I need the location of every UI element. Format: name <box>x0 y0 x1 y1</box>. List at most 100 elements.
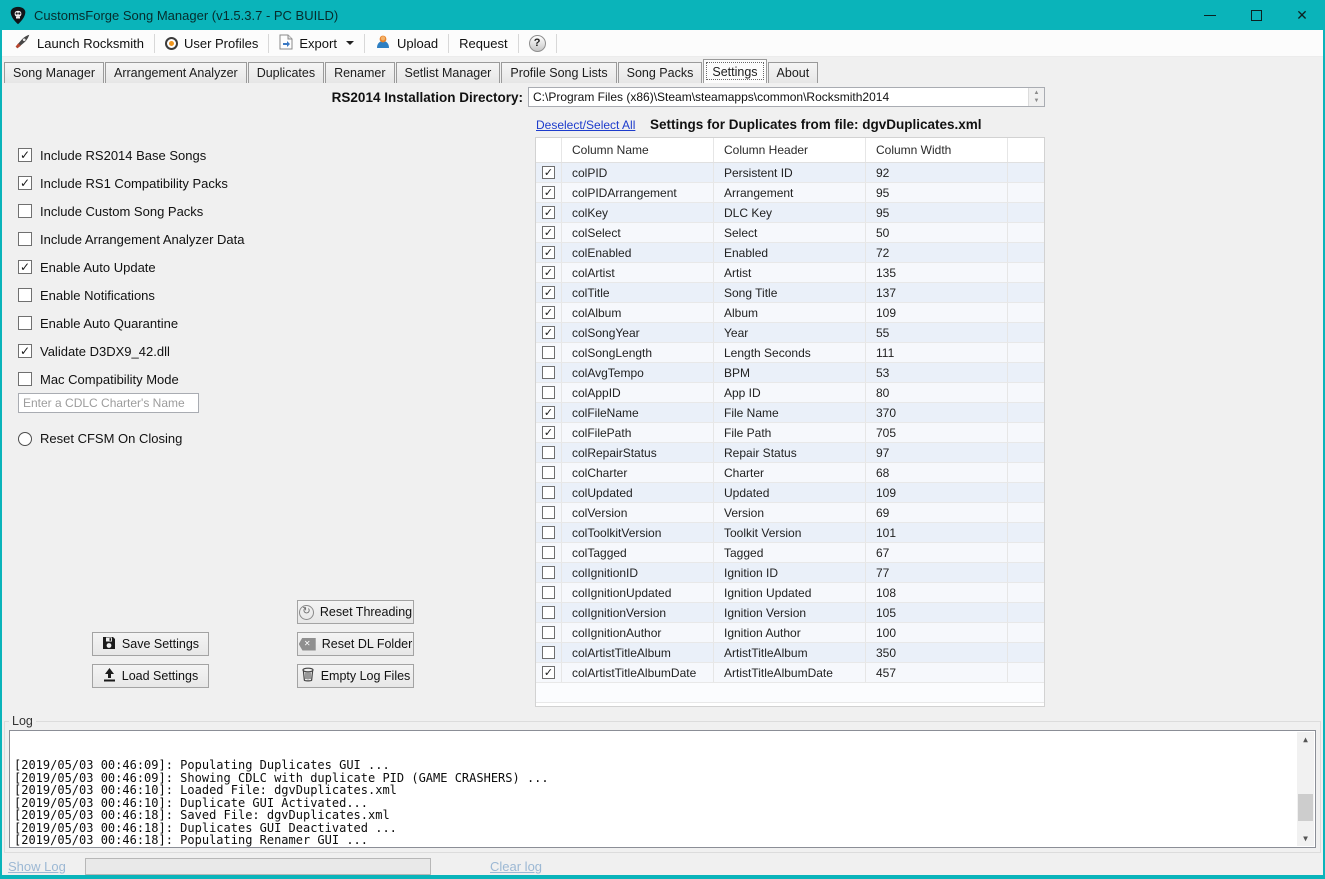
checkbox-icon[interactable]: ✓ <box>542 266 555 279</box>
export-button[interactable]: Export <box>275 32 358 55</box>
checkbox-icon[interactable] <box>542 346 555 359</box>
charter-name-input[interactable] <box>18 393 199 413</box>
checkbox-icon[interactable] <box>18 372 32 386</box>
grid-row-colartist[interactable]: ✓colArtistArtist135 <box>536 263 1044 283</box>
reset-threading-button[interactable]: ↻ Reset Threading <box>297 600 414 624</box>
checkbox-icon[interactable]: ✓ <box>542 226 555 239</box>
checkbox-icon[interactable]: ✓ <box>542 246 555 259</box>
tab-arrangement-analyzer[interactable]: Arrangement Analyzer <box>105 62 247 83</box>
checkbox-icon[interactable]: ✓ <box>542 206 555 219</box>
grid-row-colignitionauthor[interactable]: colIgnitionAuthorIgnition Author100 <box>536 623 1044 643</box>
grid-row-colkey[interactable]: ✓colKeyDLC Key95 <box>536 203 1044 223</box>
checkbox-icon[interactable] <box>18 316 32 330</box>
close-button[interactable]: ✕ <box>1279 0 1325 30</box>
checkbox-icon[interactable]: ✓ <box>18 176 32 190</box>
checkbox-icon[interactable] <box>542 546 555 559</box>
help-button[interactable]: ? <box>525 33 550 54</box>
deselect-select-all-link[interactable]: Deselect/Select All <box>536 118 635 132</box>
checkbox-icon[interactable] <box>542 526 555 539</box>
checkbox-icon[interactable] <box>542 606 555 619</box>
checkbox-icon[interactable] <box>18 232 32 246</box>
reset-dl-folder-button[interactable]: ✕ Reset DL Folder <box>297 632 414 656</box>
grid-row-colignitionupdated[interactable]: colIgnitionUpdatedIgnition Updated108 <box>536 583 1044 603</box>
scroll-down-icon[interactable]: ▼ <box>1297 831 1314 846</box>
checkbox-icon[interactable] <box>542 446 555 459</box>
checkbox-icon[interactable]: ✓ <box>18 344 32 358</box>
grid-row-coltitle[interactable]: ✓colTitleSong Title137 <box>536 283 1044 303</box>
user-profiles-button[interactable]: User Profiles <box>161 34 262 53</box>
option-include-arrangement-analyzer-data[interactable]: Include Arrangement Analyzer Data <box>18 225 348 253</box>
option-include-rs1-compatibility-packs[interactable]: ✓Include RS1 Compatibility Packs <box>18 169 348 197</box>
grid-header-column-name[interactable]: Column Name <box>562 138 714 162</box>
option-enable-notifications[interactable]: Enable Notifications <box>18 281 348 309</box>
checkbox-icon[interactable]: ✓ <box>542 286 555 299</box>
option-enable-auto-update[interactable]: ✓Enable Auto Update <box>18 253 348 281</box>
checkbox-icon[interactable]: ✓ <box>542 306 555 319</box>
grid-row-colartisttitlealbum[interactable]: colArtistTitleAlbumArtistTitleAlbum350 <box>536 643 1044 663</box>
grid-row-colpid[interactable]: ✓colPIDPersistent ID92 <box>536 163 1044 183</box>
scrollbar-thumb[interactable] <box>1298 794 1313 821</box>
grid-header-column-width[interactable]: Column Width <box>866 138 1008 162</box>
empty-log-files-button[interactable]: Empty Log Files <box>297 664 414 688</box>
checkbox-icon[interactable] <box>18 288 32 302</box>
grid-row-colavgtempo[interactable]: colAvgTempoBPM53 <box>536 363 1044 383</box>
scroll-up-icon[interactable]: ▲ <box>1297 732 1314 747</box>
grid-header-column-header[interactable]: Column Header <box>714 138 866 162</box>
option-include-custom-song-packs[interactable]: Include Custom Song Packs <box>18 197 348 225</box>
grid-row-colfilename[interactable]: ✓colFileNameFile Name370 <box>536 403 1044 423</box>
grid-row-colcharter[interactable]: colCharterCharter68 <box>536 463 1044 483</box>
checkbox-icon[interactable] <box>18 204 32 218</box>
checkbox-icon[interactable]: ✓ <box>542 426 555 439</box>
option-validate-d3dx9-42-dll[interactable]: ✓Validate D3DX9_42.dll <box>18 337 348 365</box>
checkbox-icon[interactable] <box>542 646 555 659</box>
clear-log-link[interactable]: Clear log <box>490 859 542 874</box>
tab-settings[interactable]: Settings <box>703 59 766 83</box>
radio-button-icon[interactable] <box>18 432 32 446</box>
option-mac-compatibility-mode[interactable]: Mac Compatibility Mode <box>18 365 348 393</box>
launch-rocksmith-button[interactable]: Launch Rocksmith <box>10 31 148 55</box>
tab-about[interactable]: About <box>768 62 819 83</box>
grid-row-coltagged[interactable]: colTaggedTagged67 <box>536 543 1044 563</box>
grid-row-colenabled[interactable]: ✓colEnabledEnabled72 <box>536 243 1044 263</box>
log-output[interactable]: [2019/05/03 00:46:09]: Populating Duplic… <box>9 730 1316 848</box>
log-scrollbar[interactable]: ▲ ▼ <box>1297 732 1314 846</box>
grid-row-colignitionid[interactable]: colIgnitionIDIgnition ID77 <box>536 563 1044 583</box>
tab-setlist-manager[interactable]: Setlist Manager <box>396 62 501 83</box>
grid-row-colversion[interactable]: colVersionVersion69 <box>536 503 1044 523</box>
checkbox-icon[interactable] <box>542 366 555 379</box>
upload-button[interactable]: Upload <box>371 32 442 55</box>
checkbox-icon[interactable]: ✓ <box>542 326 555 339</box>
grid-row-colalbum[interactable]: ✓colAlbumAlbum109 <box>536 303 1044 323</box>
checkbox-icon[interactable] <box>542 506 555 519</box>
spinner-arrows-icon[interactable]: ▲▼ <box>1028 88 1044 106</box>
show-log-link[interactable]: Show Log <box>8 859 66 874</box>
grid-row-colpidarrangement[interactable]: ✓colPIDArrangementArrangement95 <box>536 183 1044 203</box>
grid-row-colupdated[interactable]: colUpdatedUpdated109 <box>536 483 1044 503</box>
grid-row-colsonglength[interactable]: colSongLengthLength Seconds111 <box>536 343 1044 363</box>
checkbox-icon[interactable] <box>542 626 555 639</box>
maximize-button[interactable] <box>1233 0 1279 30</box>
option-include-rs2014-base-songs[interactable]: ✓Include RS2014 Base Songs <box>18 141 348 169</box>
checkbox-icon[interactable]: ✓ <box>542 166 555 179</box>
grid-row-colrepairstatus[interactable]: colRepairStatusRepair Status97 <box>536 443 1044 463</box>
reset-cfsm-radio-row[interactable]: Reset CFSM On Closing <box>18 431 182 446</box>
checkbox-icon[interactable] <box>542 466 555 479</box>
option-enable-auto-quarantine[interactable]: Enable Auto Quarantine <box>18 309 348 337</box>
load-settings-button[interactable]: Load Settings <box>92 664 209 688</box>
grid-row-colignitionversion[interactable]: colIgnitionVersionIgnition Version105 <box>536 603 1044 623</box>
grid-row-coltoolkitversion[interactable]: colToolkitVersionToolkit Version101 <box>536 523 1044 543</box>
checkbox-icon[interactable]: ✓ <box>542 406 555 419</box>
save-settings-button[interactable]: Save Settings <box>92 632 209 656</box>
checkbox-icon[interactable] <box>542 566 555 579</box>
checkbox-icon[interactable] <box>542 386 555 399</box>
install-dir-input[interactable] <box>528 87 1045 107</box>
tab-song-manager[interactable]: Song Manager <box>4 62 104 83</box>
checkbox-icon[interactable]: ✓ <box>542 666 555 679</box>
grid-row-colsongyear[interactable]: ✓colSongYearYear55 <box>536 323 1044 343</box>
checkbox-icon[interactable]: ✓ <box>18 260 32 274</box>
tab-renamer[interactable]: Renamer <box>325 62 394 83</box>
checkbox-icon[interactable]: ✓ <box>18 148 32 162</box>
grid-row-colselect[interactable]: ✓colSelectSelect50 <box>536 223 1044 243</box>
tab-song-packs[interactable]: Song Packs <box>618 62 703 83</box>
grid-row-colfilepath[interactable]: ✓colFilePathFile Path705 <box>536 423 1044 443</box>
